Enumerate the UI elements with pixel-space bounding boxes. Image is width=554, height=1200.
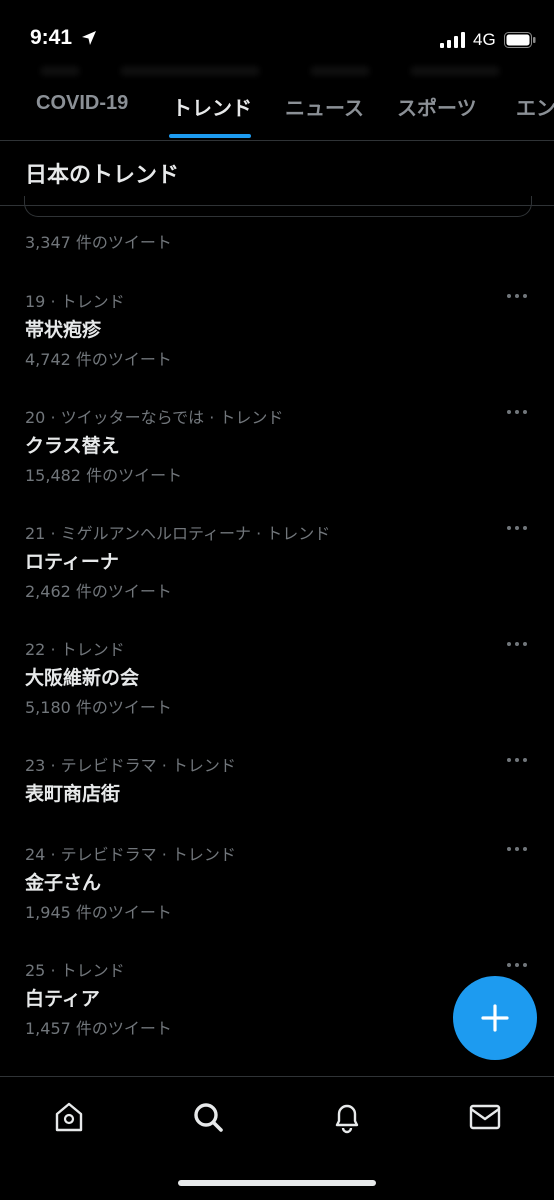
section-title: 日本のトレンド	[25, 163, 180, 188]
previous-card-edge	[24, 196, 532, 217]
tab-trends[interactable]: トレンド	[172, 92, 252, 121]
trend-count: 1,457 件のツイート	[25, 1019, 172, 1038]
previous-trend-count: 3,347 件のツイート	[25, 233, 172, 252]
compose-tweet-button[interactable]	[453, 976, 537, 1060]
trend-name: 白ティア	[25, 988, 100, 1010]
home-icon	[55, 1102, 83, 1132]
more-options-icon[interactable]	[505, 406, 529, 418]
more-options-icon[interactable]	[505, 754, 529, 766]
more-options-icon[interactable]	[505, 290, 529, 302]
trend-meta: 25 · トレンド	[25, 961, 125, 980]
home-indicator	[178, 1180, 376, 1186]
status-time: 9:41	[30, 26, 73, 49]
trend-meta: 22 · トレンド	[25, 640, 125, 659]
trend-name: クラス替え	[25, 435, 120, 457]
trend-name: ロティーナ	[25, 551, 119, 573]
search-icon	[194, 1103, 223, 1132]
network-type: 4G	[473, 30, 496, 49]
trend-item[interactable]: 20 · ツイッターならでは · トレンド クラス替え 15,482 件のツイー…	[0, 404, 554, 504]
trend-name: 表町商店街	[25, 783, 121, 805]
location-arrow-icon	[82, 31, 96, 45]
tab-entertainment[interactable]: エン	[516, 92, 554, 121]
trend-name: 金子さん	[25, 872, 102, 894]
more-options-icon[interactable]	[505, 522, 529, 534]
nav-search[interactable]	[188, 1097, 228, 1137]
trend-item[interactable]: 23 · テレビドラマ · トレンド 表町商店街	[0, 752, 554, 822]
trend-count: 4,742 件のツイート	[25, 350, 172, 369]
trend-item[interactable]: 24 · テレビドラマ · トレンド 金子さん 1,945 件のツイート	[0, 841, 554, 941]
blurred-header	[30, 56, 520, 84]
trend-meta: 21 · ミゲルアンヘルロティーナ · トレンド	[25, 524, 331, 543]
more-options-icon[interactable]	[505, 638, 529, 650]
tab-news[interactable]: ニュース	[285, 92, 364, 121]
trend-count: 5,180 件のツイート	[25, 698, 172, 717]
battery-icon	[504, 32, 536, 48]
trend-meta: 24 · テレビドラマ · トレンド	[25, 845, 236, 864]
explore-tabs: COVID-19 トレンド ニュース スポーツ エン	[0, 84, 554, 141]
more-options-icon[interactable]	[505, 843, 529, 855]
signal-icon	[440, 32, 465, 48]
mail-icon	[469, 1104, 501, 1130]
bell-icon	[335, 1104, 359, 1134]
trend-item[interactable]: 21 · ミゲルアンヘルロティーナ · トレンド ロティーナ 2,462 件のツ…	[0, 520, 554, 620]
trend-meta: 23 · テレビドラマ · トレンド	[25, 756, 236, 775]
nav-notifications[interactable]	[327, 1097, 367, 1137]
trend-count: 1,945 件のツイート	[25, 903, 172, 922]
plus-icon	[481, 1004, 509, 1032]
tab-covid19[interactable]: COVID-19	[36, 92, 128, 115]
tab-sports[interactable]: スポーツ	[397, 92, 477, 121]
trend-item[interactable]: 22 · トレンド 大阪維新の会 5,180 件のツイート	[0, 636, 554, 736]
trend-count: 15,482 件のツイート	[25, 466, 183, 485]
trend-name: 大阪維新の会	[25, 667, 140, 689]
active-tab-indicator	[169, 134, 251, 138]
trend-meta: 19 · トレンド	[25, 292, 125, 311]
trend-name: 帯状疱疹	[25, 319, 102, 341]
nav-messages[interactable]	[465, 1097, 505, 1137]
trend-meta: 20 · ツイッターならでは · トレンド	[25, 408, 284, 427]
trend-item[interactable]: 19 · トレンド 帯状疱疹 4,742 件のツイート	[0, 288, 554, 388]
more-options-icon[interactable]	[505, 959, 529, 971]
nav-home[interactable]	[49, 1097, 89, 1137]
trend-count: 2,462 件のツイート	[25, 582, 172, 601]
